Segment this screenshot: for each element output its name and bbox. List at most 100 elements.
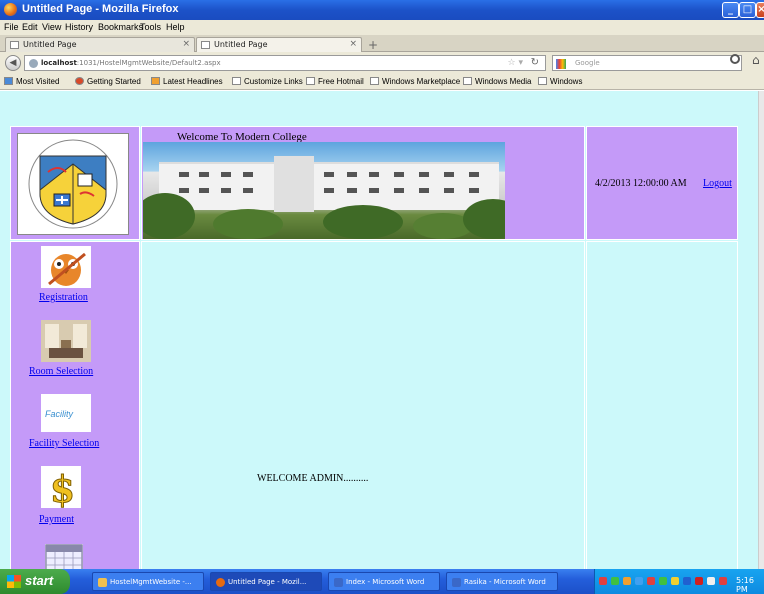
building-shape <box>159 156 499 212</box>
tab-close-icon[interactable]: × <box>349 39 357 49</box>
logo-cell <box>10 126 140 240</box>
new-tab-icon[interactable]: + <box>368 38 378 52</box>
site-identity-icon[interactable] <box>29 59 38 68</box>
tray-icon[interactable] <box>659 577 667 585</box>
taskbar-item-hostel[interactable]: HostelMgmtWebsite -... <box>92 572 204 591</box>
bookmark-getting-started[interactable]: Getting Started <box>75 77 141 86</box>
college-logo <box>17 133 129 235</box>
page-icon <box>201 41 210 49</box>
svg-text:$: $ <box>50 469 75 508</box>
home-icon[interactable]: ⌂ <box>752 53 760 67</box>
windows-taskbar: start HostelMgmtWebsite -... Untitled Pa… <box>0 569 764 594</box>
url-bar[interactable]: localhost:1031/HostelMgmtWebsite/Default… <box>24 55 546 71</box>
menu-file[interactable]: File <box>4 22 19 32</box>
menu-history[interactable]: History <box>65 22 93 32</box>
page-icon <box>232 77 241 85</box>
search-icon[interactable] <box>730 54 740 64</box>
facility-image-text: Facility <box>45 409 74 419</box>
bookmark-windows-media[interactable]: Windows Media <box>463 77 531 86</box>
page-icon <box>463 77 472 85</box>
sidebar-item-room-selection[interactable]: Room Selection <box>29 366 93 377</box>
menu-help[interactable]: Help <box>166 22 185 32</box>
bookmark-latest-headlines[interactable]: Latest Headlines <box>151 77 223 86</box>
word-icon <box>452 578 461 587</box>
rss-icon <box>151 77 160 85</box>
main-content-cell: WELCOME ADMIN.......... <box>141 241 585 569</box>
sidebar-nav: Registration Room Selection Facility Fac… <box>10 241 140 569</box>
page-content: Welcome To Modern College 4/2/2013 12:00… <box>0 91 758 569</box>
current-datetime: 4/2/2013 12:00:00 AM <box>595 178 687 189</box>
window-title-bar: Untitled Page - Mozilla Firefox _ □ × <box>0 0 764 20</box>
folder-icon <box>98 578 107 587</box>
tab-label: Untitled Page <box>214 40 268 49</box>
page-icon <box>538 77 547 85</box>
page-icon <box>370 77 379 85</box>
tray-icon[interactable] <box>671 577 679 585</box>
tray-icon[interactable] <box>695 577 703 585</box>
menu-bookmarks[interactable]: Bookmarks <box>98 22 143 32</box>
banner-cell: Welcome To Modern College <box>141 126 585 240</box>
logout-link[interactable]: Logout <box>703 178 732 189</box>
tray-icon[interactable] <box>647 577 655 585</box>
tray-icon[interactable] <box>611 577 619 585</box>
bookmark-customize-links[interactable]: Customize Links <box>232 77 303 86</box>
menu-tools[interactable]: Tools <box>140 22 161 32</box>
tray-icon[interactable] <box>599 577 607 585</box>
tray-icon[interactable] <box>719 577 727 585</box>
search-placeholder: Google <box>575 59 600 67</box>
word-icon <box>334 578 343 587</box>
start-button[interactable]: start <box>0 569 70 594</box>
reload-icon[interactable]: ↻ <box>531 57 539 68</box>
taskbar-item-index-word[interactable]: Index - Microsoft Word <box>328 572 440 591</box>
tray-icon[interactable] <box>623 577 631 585</box>
menu-edit[interactable]: Edit <box>22 22 38 32</box>
tab-strip: Untitled Page × Untitled Page × <box>0 35 764 52</box>
tray-icon[interactable] <box>635 577 643 585</box>
bookmark-windows-marketplace[interactable]: Windows Marketplace <box>370 77 460 86</box>
sidebar-item-registration[interactable]: Registration <box>39 292 88 303</box>
menu-view[interactable]: View <box>42 22 61 32</box>
date-cell: 4/2/2013 12:00:00 AM Logout <box>586 126 738 240</box>
page-icon <box>10 41 19 49</box>
bookmark-most-visited[interactable]: Most Visited <box>4 77 59 86</box>
bookmark-windows[interactable]: Windows <box>538 77 582 86</box>
back-arrow-icon[interactable]: ◀ <box>5 55 21 71</box>
welcome-message: WELCOME ADMIN.......... <box>257 473 369 484</box>
bookmark-free-hotmail[interactable]: Free Hotmail <box>306 77 364 86</box>
room-selection-image[interactable] <box>41 320 91 362</box>
tray-icon[interactable] <box>683 577 691 585</box>
search-input[interactable]: Google <box>552 55 742 71</box>
firefox-icon <box>75 77 84 85</box>
system-tray: 5:16 PM <box>594 569 764 594</box>
taskbar-item-rasika-word[interactable]: Rasika - Microsoft Word <box>446 572 558 591</box>
tab-label: Untitled Page <box>23 40 77 49</box>
tray-icon[interactable] <box>707 577 715 585</box>
google-icon[interactable] <box>556 59 566 69</box>
payment-dollar-image[interactable]: $ <box>41 466 81 512</box>
sidebar-item-payment[interactable]: Payment <box>39 514 74 525</box>
bookmark-icon <box>4 77 13 85</box>
maximize-button[interactable]: □ <box>739 2 756 18</box>
sidebar-item-facility-selection[interactable]: Facility Selection <box>29 438 99 449</box>
url-text[interactable]: localhost:1031/HostelMgmtWebsite/Default… <box>41 59 221 67</box>
right-empty-cell <box>586 241 738 569</box>
tab-untitled-1[interactable]: Untitled Page × <box>5 37 195 52</box>
firefox-icon <box>216 578 225 587</box>
minimize-button[interactable]: _ <box>722 2 739 18</box>
vertical-scrollbar[interactable] <box>758 91 764 569</box>
facility-logo-image[interactable]: Facility <box>41 394 91 432</box>
window-title: Untitled Page - Mozilla Firefox <box>22 3 179 15</box>
taskbar-clock: 5:16 PM <box>736 576 754 594</box>
page-icon <box>306 77 315 85</box>
windows-flag-icon <box>7 575 21 588</box>
tab-untitled-2[interactable]: Untitled Page × <box>196 37 362 52</box>
menu-bar: File Edit View History Bookmarks Tools H… <box>0 20 764 35</box>
firefox-logo-icon <box>4 3 17 16</box>
bookmark-star-icon[interactable]: ☆ ▾ <box>508 58 523 68</box>
close-window-button[interactable]: × <box>756 2 764 18</box>
bookmarks-bar: Most Visited Getting Started Latest Head… <box>0 74 764 90</box>
calendar-icon[interactable] <box>45 544 83 569</box>
registration-owl-image[interactable] <box>41 246 91 288</box>
tab-close-icon[interactable]: × <box>182 39 190 49</box>
taskbar-item-firefox[interactable]: Untitled Page - Mozil... <box>210 572 322 591</box>
